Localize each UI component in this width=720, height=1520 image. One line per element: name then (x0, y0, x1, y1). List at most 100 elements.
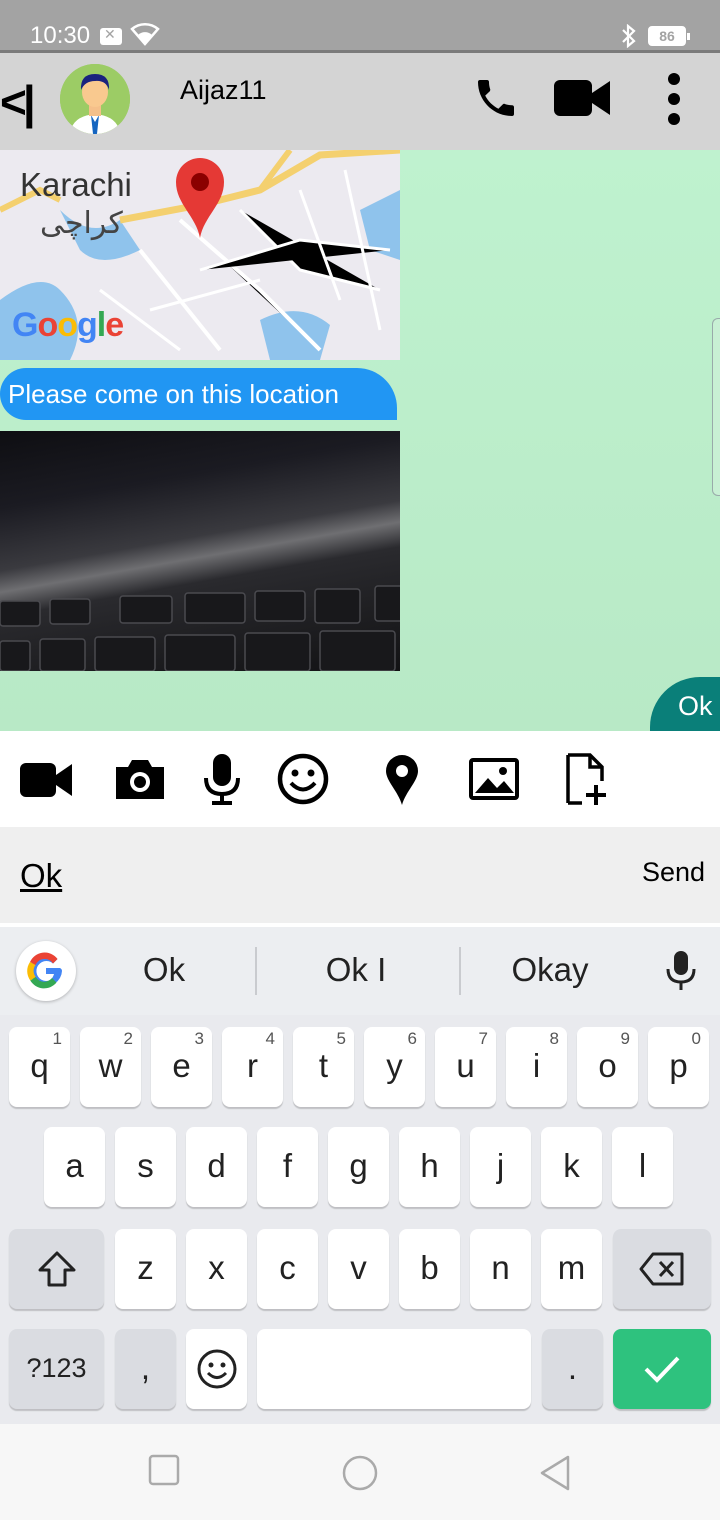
period-key[interactable]: . (542, 1329, 603, 1409)
key-hint: 5 (336, 1029, 346, 1048)
video-call-icon[interactable] (554, 77, 610, 119)
voice-input-icon[interactable] (665, 949, 697, 993)
contact-name[interactable]: Aijaz11 (180, 75, 267, 106)
map-pin-icon (176, 158, 224, 238)
key-label: i (532, 1047, 541, 1084)
key-label: q (30, 1047, 49, 1084)
phone-icon[interactable] (472, 74, 520, 122)
battery-indicator: 86 (648, 26, 690, 46)
key-hint: 6 (407, 1029, 417, 1048)
key-hint: 0 (691, 1029, 701, 1048)
suggestion-3[interactable]: Okay (460, 951, 640, 989)
key-hint: 1 (52, 1029, 62, 1048)
bluetooth-icon (622, 24, 636, 48)
key-a[interactable]: a (44, 1127, 105, 1207)
key-z[interactable]: z (115, 1229, 176, 1309)
key-label: r (247, 1047, 258, 1084)
key-q[interactable]: q1 (9, 1027, 70, 1107)
key-f[interactable]: f (257, 1127, 318, 1207)
comma-key[interactable]: , (115, 1329, 176, 1409)
recents-icon[interactable] (148, 1454, 180, 1486)
map-message[interactable]: Karachi کراچی Google (0, 150, 400, 360)
key-r[interactable]: r4 (222, 1027, 283, 1107)
google-logo: Google (12, 306, 124, 344)
photo-message[interactable] (0, 431, 400, 671)
navigation-bar (0, 1424, 720, 1520)
chat-header: <| Aijaz11 (0, 53, 720, 150)
symbols-key[interactable]: ?123 (9, 1329, 104, 1409)
key-hint: 7 (478, 1029, 488, 1048)
key-h[interactable]: h (399, 1127, 460, 1207)
suggestion-divider (255, 947, 257, 995)
contact-avatar[interactable] (60, 64, 130, 134)
key-label: u (456, 1047, 475, 1084)
key-hint: 2 (123, 1029, 133, 1048)
video-icon[interactable] (18, 751, 74, 807)
key-label: p (669, 1047, 688, 1084)
send-button[interactable]: Send (642, 857, 705, 888)
key-v[interactable]: v (328, 1229, 389, 1309)
suggestion-2[interactable]: Ok I (266, 951, 446, 989)
file-add-icon[interactable] (558, 751, 614, 807)
more-vert-icon[interactable] (660, 71, 688, 127)
map-city-label-urdu: کراچی (40, 207, 123, 240)
chat-messages[interactable]: Karachi کراچی Google Please come on this… (0, 150, 720, 731)
scroll-handle[interactable] (712, 318, 720, 496)
mic-icon[interactable] (194, 751, 250, 807)
emoji-icon (197, 1349, 236, 1389)
space-key[interactable] (257, 1329, 531, 1409)
key-hint: 9 (620, 1029, 630, 1048)
check-icon (644, 1356, 680, 1383)
google-g-icon[interactable] (16, 941, 76, 1001)
incoming-message[interactable]: Please come on this location (0, 368, 397, 420)
key-hint: 3 (194, 1029, 204, 1048)
back-button[interactable]: <| (0, 75, 36, 129)
enter-key[interactable] (613, 1329, 711, 1409)
sim-icon (100, 26, 122, 45)
soft-keyboard: Ok Ok I Okay q1w2e3r4t5y6u7i8o9p0 asdfgh… (0, 927, 720, 1424)
outgoing-message[interactable]: Ok (650, 677, 720, 731)
key-i[interactable]: i8 (506, 1027, 567, 1107)
key-w[interactable]: w2 (80, 1027, 141, 1107)
key-label: o (598, 1047, 617, 1084)
backspace-icon (639, 1252, 684, 1286)
home-icon[interactable] (341, 1454, 379, 1492)
key-m[interactable]: m (541, 1229, 602, 1309)
key-b[interactable]: b (399, 1229, 460, 1309)
wifi-icon (130, 22, 160, 46)
key-hint: 4 (265, 1029, 275, 1048)
key-u[interactable]: u7 (435, 1027, 496, 1107)
shift-icon (38, 1251, 75, 1287)
key-e[interactable]: e3 (151, 1027, 212, 1107)
key-d[interactable]: d (186, 1127, 247, 1207)
emoji-icon[interactable] (275, 751, 331, 807)
image-icon[interactable] (466, 751, 522, 807)
key-label: e (172, 1047, 191, 1084)
key-hint: 8 (549, 1029, 559, 1048)
key-j[interactable]: j (470, 1127, 531, 1207)
key-c[interactable]: c (257, 1229, 318, 1309)
key-x[interactable]: x (186, 1229, 247, 1309)
backspace-key[interactable] (613, 1229, 711, 1309)
key-l[interactable]: l (612, 1127, 673, 1207)
back-nav-icon[interactable] (538, 1454, 572, 1492)
emoji-key[interactable] (186, 1329, 247, 1409)
message-composer: Ok Send (0, 827, 720, 923)
camera-icon[interactable] (112, 751, 168, 807)
key-s[interactable]: s (115, 1127, 176, 1207)
key-g[interactable]: g (328, 1127, 389, 1207)
key-o[interactable]: o9 (577, 1027, 638, 1107)
key-t[interactable]: t5 (293, 1027, 354, 1107)
map-city-label: Karachi (20, 166, 132, 203)
status-bar: 10:30 86 (0, 0, 720, 52)
key-k[interactable]: k (541, 1127, 602, 1207)
key-n[interactable]: n (470, 1229, 531, 1309)
suggestion-1[interactable]: Ok (74, 951, 254, 989)
key-p[interactable]: p0 (648, 1027, 709, 1107)
attachment-toolbar (0, 731, 720, 827)
shift-key[interactable] (9, 1229, 104, 1309)
location-icon[interactable] (374, 751, 430, 807)
message-input[interactable]: Ok (20, 857, 62, 895)
key-label: t (318, 1047, 329, 1084)
key-y[interactable]: y6 (364, 1027, 425, 1107)
